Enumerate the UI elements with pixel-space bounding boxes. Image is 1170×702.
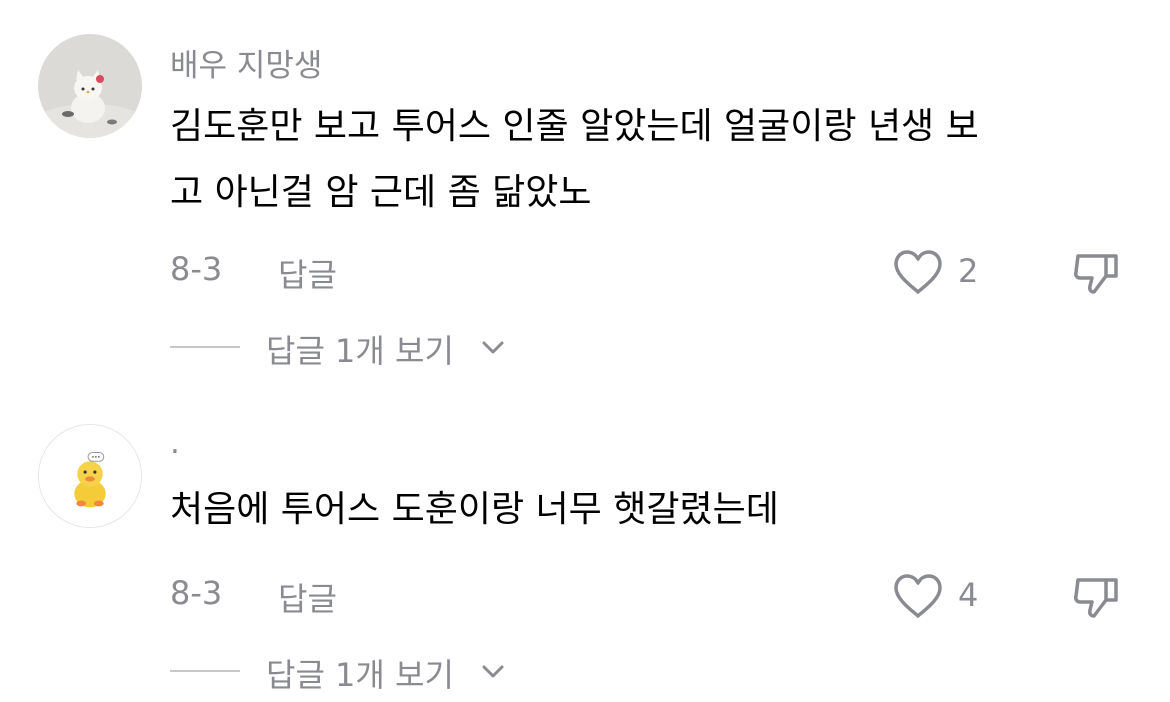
comment-text: 김도훈만 보고 투어스 인줄 알았는데 얼굴이랑 년생 보 고 아닌걸 암 근데…	[170, 94, 1130, 226]
comment-text-line: 김도훈만 보고 투어스 인줄 알았는데 얼굴이랑 년생 보	[170, 106, 979, 147]
avatar[interactable]	[38, 424, 142, 528]
comment-date: 8-3	[170, 574, 223, 612]
like-count: 2	[958, 252, 979, 290]
heart-icon[interactable]	[892, 248, 944, 296]
thumbs-down-icon[interactable]	[1070, 246, 1122, 298]
view-replies-button[interactable]: 답글 1개 보기	[170, 328, 530, 370]
divider-line	[170, 670, 240, 672]
comment-date: 8-3	[170, 250, 223, 288]
divider-line	[170, 346, 240, 348]
chevron-down-icon	[482, 665, 504, 678]
reply-button[interactable]: 답글	[278, 250, 337, 296]
comment-username[interactable]: ·	[170, 434, 180, 470]
comment-meta: 8-3 답글	[170, 250, 1130, 294]
comment-text-line: 처음에 투어스 도훈이랑 너무 햇갈렸는데	[170, 489, 779, 530]
view-replies-button[interactable]: 답글 1개 보기	[170, 652, 530, 694]
avatar[interactable]	[38, 34, 142, 138]
thumbs-down-icon[interactable]	[1070, 570, 1122, 622]
comment-text-line: 고 아닌걸 암 근데 좀 닮았노	[170, 172, 592, 213]
comment-text: 처음에 투어스 도훈이랑 너무 햇갈렸는데	[170, 477, 1130, 543]
view-replies-label: 답글 1개 보기	[266, 656, 454, 694]
reply-button[interactable]: 답글	[278, 574, 337, 620]
like-count: 4	[958, 576, 979, 614]
chevron-down-icon	[482, 341, 504, 354]
heart-icon[interactable]	[892, 572, 944, 620]
hello-kitty-snowman-avatar-icon	[38, 34, 142, 138]
yellow-duck-avatar-icon	[39, 425, 141, 527]
view-replies-label: 답글 1개 보기	[266, 332, 454, 370]
comment-meta: 8-3 답글	[170, 574, 1130, 618]
comment-username[interactable]: 배우 지망생	[170, 40, 322, 85]
